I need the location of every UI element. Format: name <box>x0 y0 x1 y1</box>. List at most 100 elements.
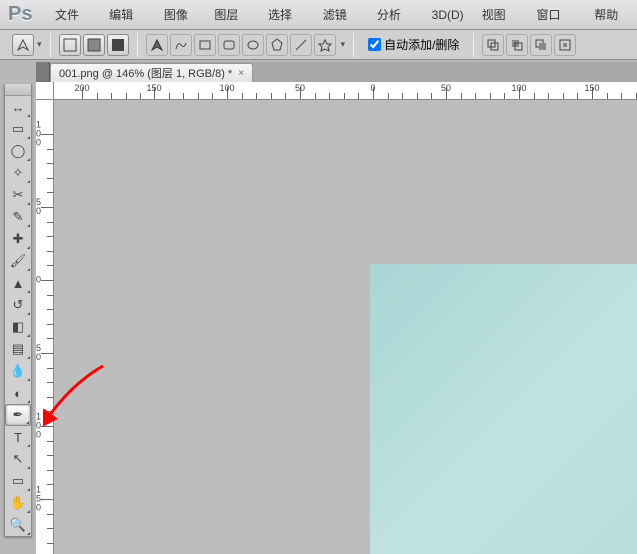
shape-tool[interactable]: ▭ <box>5 470 31 492</box>
zoom-tool[interactable]: 🔍 <box>5 514 31 536</box>
clone-stamp-tool-glyph: ▲ <box>12 276 25 291</box>
move-tool[interactable]: ↔ <box>5 96 31 118</box>
ruler-number: 1 5 0 <box>36 486 54 513</box>
magic-wand-tool-glyph: ✧ <box>13 165 24 181</box>
pen-tool[interactable]: ✒ <box>5 404 31 426</box>
line-icon <box>293 37 309 53</box>
separator <box>353 33 354 57</box>
flyout-corner-icon <box>27 532 30 535</box>
current-tool-preset[interactable] <box>12 34 34 56</box>
flyout-corner-icon <box>27 202 30 205</box>
menu-item[interactable]: 图层(L) <box>205 0 259 30</box>
option-button[interactable] <box>554 34 576 56</box>
flyout-corner-icon <box>27 224 30 227</box>
option-button[interactable] <box>506 34 528 56</box>
path-mode-icon <box>62 37 78 53</box>
ruler-horizontal[interactable]: 20015010050050100150 <box>54 82 637 100</box>
ruler-vertical[interactable]: 1 0 05 005 01 0 01 5 0 <box>36 100 54 554</box>
ruler-number: 150 <box>146 83 161 93</box>
blur-tool[interactable]: 💧 <box>5 360 31 382</box>
freeform-pen-icon <box>173 37 189 53</box>
option-button[interactable] <box>314 34 336 56</box>
eraser-tool[interactable]: ◧ <box>5 316 31 338</box>
option-button[interactable] <box>83 34 105 56</box>
lasso-tool[interactable]: ◯ <box>5 140 31 162</box>
flyout-corner-icon <box>27 356 30 359</box>
custom-shape-icon <box>317 37 333 53</box>
healing-brush-tool[interactable]: ✚ <box>5 228 31 250</box>
eyedropper-tool[interactable]: ✎ <box>5 206 31 228</box>
pen-icon <box>149 37 165 53</box>
option-button[interactable] <box>59 34 81 56</box>
flyout-corner-icon <box>27 488 30 491</box>
pathops-4 <box>557 37 573 53</box>
flyout-corner-icon <box>27 312 30 315</box>
ruler-number: 0 <box>370 83 375 93</box>
ruler-number: 5 0 <box>36 198 54 216</box>
menu-item[interactable]: 3D(D) <box>423 0 473 30</box>
option-button[interactable] <box>146 34 168 56</box>
menu-item[interactable]: 滤镜(T) <box>314 0 368 30</box>
close-icon[interactable]: × <box>238 68 244 79</box>
tools-panel-handle[interactable] <box>5 84 31 96</box>
option-button[interactable] <box>170 34 192 56</box>
brush-tool[interactable]: 🖌 <box>5 250 31 272</box>
menu-item[interactable]: 文件(F) <box>46 0 100 30</box>
menu-item[interactable]: 图像(I) <box>155 0 205 30</box>
separator <box>50 33 51 57</box>
pen-tool-glyph: ✒ <box>13 407 24 423</box>
auto-add-delete-label: 自动添加/删除 <box>384 36 459 53</box>
menu-item[interactable]: 窗口(W) <box>527 0 585 30</box>
blur-tool-glyph: 💧 <box>10 363 26 379</box>
option-button[interactable] <box>266 34 288 56</box>
menubar: Ps 文件(F)编辑(E)图像(I)图层(L)选择(S)滤镜(T)分析(A)3D… <box>0 0 637 30</box>
menu-item[interactable]: 分析(A) <box>368 0 423 30</box>
canvas[interactable] <box>54 100 637 554</box>
crop-tool[interactable]: ✂ <box>5 184 31 206</box>
option-button[interactable] <box>194 34 216 56</box>
ruler-number: 5 0 <box>36 344 54 362</box>
auto-add-delete-input[interactable] <box>368 38 381 51</box>
path-select-tool[interactable]: ↖ <box>5 448 31 470</box>
option-button[interactable] <box>290 34 312 56</box>
option-button[interactable] <box>242 34 264 56</box>
path-select-tool-glyph: ↖ <box>13 451 24 467</box>
option-button[interactable] <box>530 34 552 56</box>
hand-tool-glyph: ✋ <box>10 495 26 511</box>
rect-icon <box>197 37 213 53</box>
ruler-number: 1 0 0 <box>36 413 54 440</box>
flyout-corner-icon <box>27 510 30 513</box>
option-button[interactable] <box>482 34 504 56</box>
auto-add-delete-checkbox[interactable]: 自动添加/删除 <box>368 36 459 53</box>
shape-tool-glyph: ▭ <box>12 473 24 489</box>
menu-item[interactable]: 选择(S) <box>259 0 314 30</box>
magic-wand-tool[interactable]: ✧ <box>5 162 31 184</box>
hand-tool[interactable]: ✋ <box>5 492 31 514</box>
menu-item[interactable]: 视图(V) <box>473 0 528 30</box>
healing-brush-tool-glyph: ✚ <box>13 231 24 247</box>
marquee-tool[interactable]: ▭ <box>5 118 31 140</box>
flyout-corner-icon <box>27 114 30 117</box>
history-brush-tool[interactable]: ↺ <box>5 294 31 316</box>
flyout-corner-icon <box>27 334 30 337</box>
option-button[interactable] <box>107 34 129 56</box>
ruler-number: 100 <box>511 83 526 93</box>
document-tab[interactable]: 001.png @ 146% (图层 1, RGB/8) * × <box>50 63 253 82</box>
menu-item[interactable]: 编辑(E) <box>100 0 155 30</box>
dodge-tool[interactable]: ◐ <box>5 382 31 404</box>
pen-icon <box>15 37 31 53</box>
ruler-number: 150 <box>584 83 599 93</box>
lasso-tool-glyph: ◯ <box>11 143 26 159</box>
type-tool[interactable]: T <box>5 426 31 448</box>
flyout-corner-icon <box>27 246 30 249</box>
ellipse-icon <box>245 37 261 53</box>
gradient-tool[interactable]: ▤ <box>5 338 31 360</box>
option-button[interactable] <box>218 34 240 56</box>
move-tool-glyph: ↔ <box>12 100 25 115</box>
menu-item[interactable]: 帮助(H <box>585 0 637 30</box>
clone-stamp-tool[interactable]: ▲ <box>5 272 31 294</box>
tab-strip-handle[interactable] <box>36 62 50 82</box>
eraser-tool-glyph: ◧ <box>12 319 24 335</box>
shape-layer-mode-icon <box>86 37 102 53</box>
options-bar: ▾ ▾ 自动添加/删除 <box>0 30 637 60</box>
